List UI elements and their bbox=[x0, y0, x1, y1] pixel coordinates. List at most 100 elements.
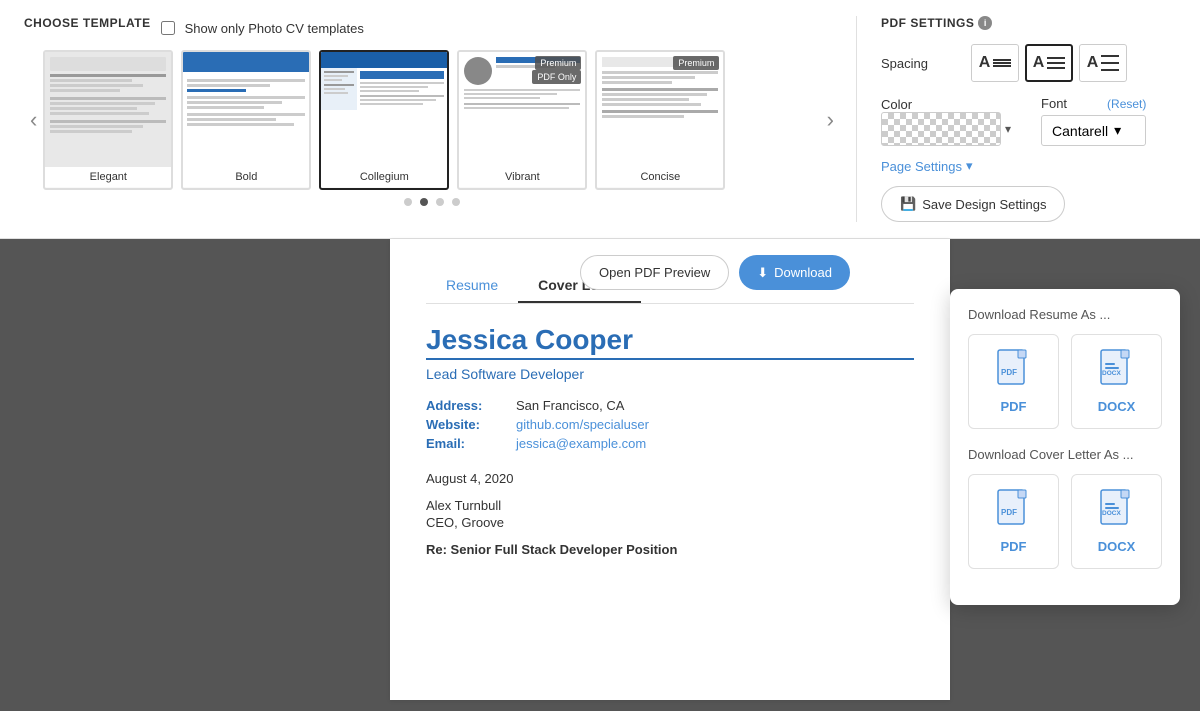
chevron-down-icon: ▾ bbox=[966, 158, 973, 174]
pdf-settings-title: PDF SETTINGS i bbox=[881, 16, 1176, 30]
info-icon[interactable]: i bbox=[978, 16, 992, 30]
page-settings-link[interactable]: Page Settings ▾ bbox=[881, 158, 1176, 174]
concise-preview: Premium bbox=[597, 52, 723, 167]
main-content: Open PDF Preview ⬇ Download Resume Cover… bbox=[0, 239, 1200, 700]
contact-website-row: Website: github.com/specialuser bbox=[426, 417, 914, 432]
color-font-row: Color ▾ Font (Reset) Cantarell ▾ bbox=[881, 96, 1176, 146]
top-section: CHOOSE TEMPLATE Show only Photo CV templ… bbox=[0, 0, 1200, 239]
resume-docx-label: DOCX bbox=[1098, 399, 1136, 414]
pdf-settings-panel: PDF SETTINGS i Spacing A bbox=[856, 16, 1176, 222]
template-thumb-elegant[interactable]: Elegant bbox=[43, 50, 173, 190]
next-template-button[interactable]: › bbox=[821, 109, 840, 131]
letter-date: August 4, 2020 bbox=[426, 471, 914, 486]
template-thumb-vibrant[interactable]: Premium PDF Only bbox=[457, 50, 587, 190]
re-line: Re: Senior Full Stack Developer Position bbox=[426, 542, 914, 557]
resume-pdf-button[interactable]: PDF PDF bbox=[968, 334, 1059, 429]
template-thumb-concise[interactable]: Premium bbox=[595, 50, 725, 190]
font-select-button[interactable]: Cantarell ▾ bbox=[1041, 115, 1146, 146]
elegant-preview bbox=[45, 52, 171, 167]
cover-letter-download-options: PDF PDF DOCX DOCX bbox=[968, 474, 1162, 569]
resume-pdf-label: PDF bbox=[1001, 399, 1027, 414]
color-swatch[interactable] bbox=[881, 112, 1001, 146]
photo-cv-label: Show only Photo CV templates bbox=[185, 21, 364, 36]
pagination-dots bbox=[24, 198, 840, 206]
dot-1[interactable] bbox=[404, 198, 412, 206]
spacing-row: Spacing A A bbox=[881, 44, 1176, 82]
dot-2[interactable] bbox=[420, 198, 428, 206]
resume-preview: Resume Cover Letter Jessica Cooper Lead … bbox=[390, 239, 950, 700]
resume-contact: Address: San Francisco, CA Website: gith… bbox=[426, 398, 914, 451]
save-design-button[interactable]: 💾 Save Design Settings bbox=[881, 186, 1065, 222]
font-dropdown-arrow: ▾ bbox=[1114, 122, 1121, 139]
spacing-wide-button[interactable]: A bbox=[1079, 44, 1127, 82]
recipient-title: CEO, Groove bbox=[426, 515, 914, 530]
template-thumb-collegium[interactable]: Collegium bbox=[319, 50, 449, 190]
template-chooser: CHOOSE TEMPLATE Show only Photo CV templ… bbox=[24, 16, 840, 206]
collegium-preview bbox=[321, 52, 447, 167]
bold-label: Bold bbox=[183, 167, 309, 187]
resume-download-title: Download Resume As ... bbox=[968, 307, 1162, 322]
svg-text:PDF: PDF bbox=[1001, 368, 1017, 377]
color-dropdown-arrow[interactable]: ▾ bbox=[1005, 122, 1011, 136]
spacing-label: Spacing bbox=[881, 56, 941, 71]
bold-preview bbox=[183, 52, 309, 167]
vibrant-label: Vibrant bbox=[459, 167, 585, 187]
spacing-normal-button[interactable]: A bbox=[1025, 44, 1073, 82]
website-label: Website: bbox=[426, 417, 506, 432]
resume-title: Lead Software Developer bbox=[426, 366, 914, 382]
vibrant-preview: Premium PDF Only bbox=[459, 52, 585, 167]
download-icon: ⬇ bbox=[757, 265, 768, 281]
email-label: Email: bbox=[426, 436, 506, 451]
address-value: San Francisco, CA bbox=[516, 398, 624, 413]
resume-docx-button[interactable]: DOCX DOCX bbox=[1071, 334, 1162, 429]
svg-text:PDF: PDF bbox=[1001, 508, 1017, 517]
name-underline bbox=[426, 358, 914, 360]
tab-resume[interactable]: Resume bbox=[426, 269, 518, 303]
cover-letter-download-title: Download Cover Letter As ... bbox=[968, 447, 1162, 462]
svg-text:DOCX: DOCX bbox=[1102, 370, 1121, 377]
cover-letter-docx-button[interactable]: DOCX DOCX bbox=[1071, 474, 1162, 569]
cover-letter-docx-label: DOCX bbox=[1098, 539, 1136, 554]
address-label: Address: bbox=[426, 398, 506, 413]
font-section: Font (Reset) Cantarell ▾ bbox=[1041, 96, 1146, 146]
website-value: github.com/specialuser bbox=[516, 417, 649, 432]
elegant-label: Elegant bbox=[45, 167, 171, 187]
dot-3[interactable] bbox=[436, 198, 444, 206]
contact-address-row: Address: San Francisco, CA bbox=[426, 398, 914, 413]
concise-label: Concise bbox=[597, 167, 723, 187]
templates-row: ‹ bbox=[24, 50, 840, 190]
email-value: jessica@example.com bbox=[516, 436, 646, 451]
color-section: Color ▾ bbox=[881, 97, 1011, 146]
download-dropdown: Download Resume As ... PDF PDF DOCX bbox=[950, 289, 1180, 605]
spacing-compact-button[interactable]: A bbox=[971, 44, 1019, 82]
cover-letter-pdf-label: PDF bbox=[1001, 539, 1027, 554]
templates-list: Elegant bbox=[43, 50, 820, 190]
recipient-name: Alex Turnbull bbox=[426, 498, 914, 513]
save-icon: 💾 bbox=[900, 196, 916, 212]
chooser-header: CHOOSE TEMPLATE Show only Photo CV templ… bbox=[24, 16, 840, 40]
action-bar: Open PDF Preview ⬇ Download bbox=[580, 255, 940, 290]
svg-text:DOCX: DOCX bbox=[1102, 510, 1121, 517]
download-button[interactable]: ⬇ Download bbox=[739, 255, 850, 290]
cover-letter-pdf-button[interactable]: PDF PDF bbox=[968, 474, 1059, 569]
font-value: Cantarell bbox=[1052, 123, 1108, 139]
dot-4[interactable] bbox=[452, 198, 460, 206]
concise-premium-badge: Premium bbox=[673, 56, 719, 70]
docx-file-icon: DOCX bbox=[1099, 349, 1135, 391]
color-picker-wrapper[interactable]: ▾ bbox=[881, 112, 1011, 146]
font-reset-link[interactable]: (Reset) bbox=[1107, 97, 1146, 111]
font-label: Font bbox=[1041, 96, 1101, 111]
color-label: Color bbox=[881, 97, 941, 112]
choose-template-label: CHOOSE TEMPLATE bbox=[24, 16, 151, 30]
template-thumb-bold[interactable]: Bold bbox=[181, 50, 311, 190]
collegium-label: Collegium bbox=[321, 167, 447, 187]
resume-name: Jessica Cooper bbox=[426, 324, 914, 356]
cover-pdf-file-icon: PDF bbox=[996, 489, 1032, 531]
resume-download-options: PDF PDF DOCX DOCX bbox=[968, 334, 1162, 429]
photo-cv-checkbox[interactable] bbox=[161, 21, 175, 35]
prev-template-button[interactable]: ‹ bbox=[24, 109, 43, 131]
contact-email-row: Email: jessica@example.com bbox=[426, 436, 914, 451]
pdf-file-icon: PDF bbox=[996, 349, 1032, 391]
spacing-options: A A bbox=[971, 44, 1127, 82]
open-pdf-preview-button[interactable]: Open PDF Preview bbox=[580, 255, 729, 290]
